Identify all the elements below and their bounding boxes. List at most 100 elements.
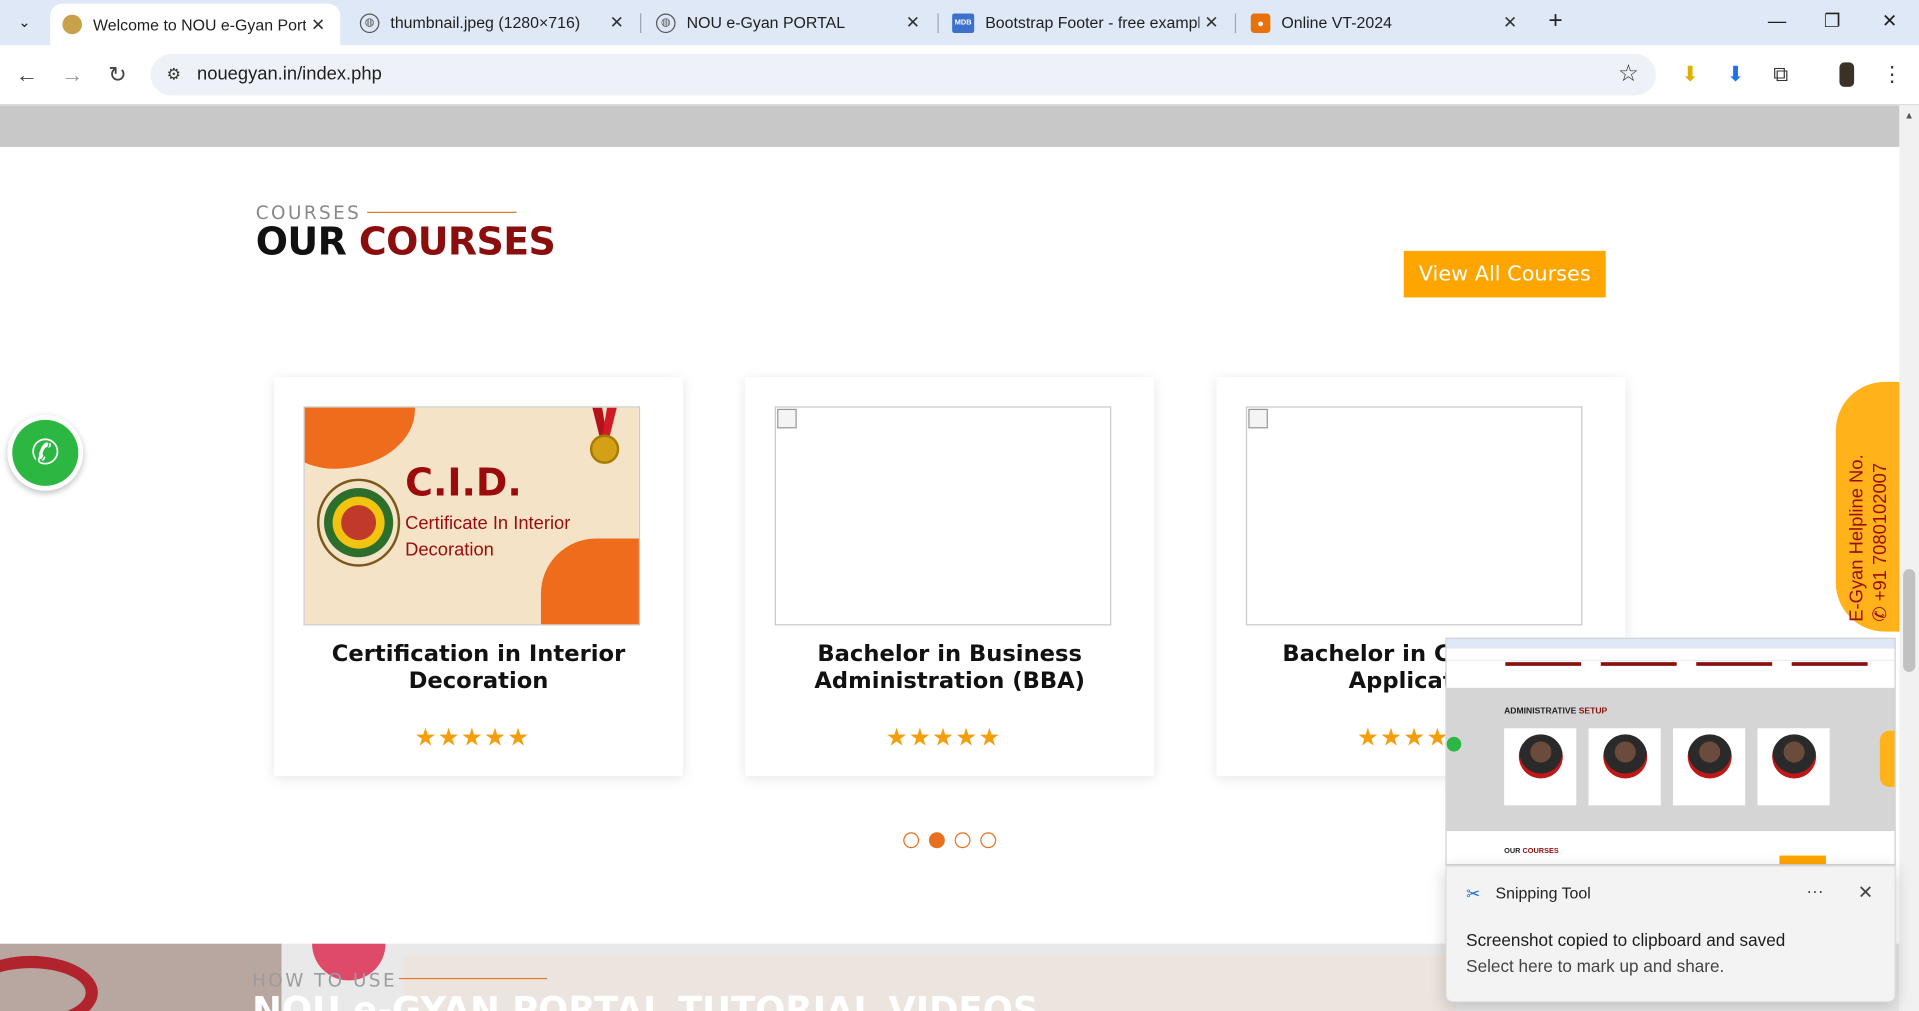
forward-button[interactable]: → (58, 60, 87, 89)
course-title[interactable]: Bachelor in Business Administration (BBA… (770, 641, 1130, 695)
snipping-tool-notification[interactable]: ✂ Snipping Tool ··· ✕ Screenshot copied … (1445, 865, 1896, 1003)
preview-view-button (1779, 855, 1826, 865)
mdb-icon: MDB (952, 12, 975, 33)
tab-strip: ⌄ Welcome to NOU e-Gyan Portal ✕ ◍ thumb… (0, 0, 1919, 46)
reload-icon: ↻ (108, 62, 127, 87)
avatar[interactable] (1832, 60, 1861, 89)
preview-tabstrip (1446, 638, 1895, 649)
title-main: OUR (255, 220, 347, 265)
course-card[interactable]: C.I.D. Certificate In Interior Decoratio… (274, 376, 683, 776)
carousel-dot[interactable] (954, 832, 971, 849)
close-icon[interactable]: ✕ (1199, 12, 1223, 33)
helpline-phone[interactable]: +91 7080102007 (1870, 463, 1891, 601)
helpline-text: E-Gyan Helpline No. ✆ +91 7080102007 (1846, 389, 1893, 622)
minimize-button[interactable]: — (1759, 5, 1796, 39)
preview-person-card (1504, 728, 1577, 806)
new-tab-button[interactable]: + (1541, 7, 1570, 36)
course-image[interactable] (774, 406, 1112, 626)
chevron-down-icon: ⌄ (18, 13, 31, 31)
more-options-icon[interactable]: ··· (1806, 881, 1823, 901)
browser-toolbar: ← → ↻ ⚙ nouegyan.in/index.php ☆ ⬇ ⬇ ⧉ ⋮ (0, 45, 1919, 106)
avatar (1603, 734, 1648, 779)
course-image-subheading: Certificate In Interior Decoration (405, 512, 571, 561)
close-icon[interactable]: ✕ (605, 12, 629, 33)
snip-screenshot-preview[interactable]: ADMINISTRATIVE SETUP OUR COURSES (1445, 637, 1896, 866)
preview-admin-heading: ADMINISTRATIVE SETUP (1504, 707, 1608, 717)
tab-title: Welcome to NOU e-Gyan Portal (93, 15, 306, 34)
close-icon[interactable]: ✕ (901, 12, 925, 33)
tab-divider (640, 13, 642, 34)
restore-button[interactable]: ❐ (1814, 5, 1851, 39)
course-card[interactable]: Bachelor in Business Administration (BBA… (745, 376, 1155, 776)
download-icon[interactable]: ⬇ (1721, 60, 1750, 89)
address-bar[interactable]: ⚙ nouegyan.in/index.php ☆ (150, 53, 1656, 96)
course-image[interactable] (1245, 406, 1583, 626)
preview-underlines (1505, 662, 1868, 666)
nou-favicon-icon (62, 14, 82, 35)
toast-message: Screenshot copied to clipboard and saved (1466, 930, 1786, 950)
close-icon[interactable]: ✕ (1498, 12, 1522, 33)
url-text[interactable]: nouegyan.in/index.php (197, 64, 382, 85)
scroll-up-icon[interactable]: ▲ (1904, 110, 1914, 121)
tab-thumbnail[interactable]: ◍ thumbnail.jpeg (1280×716) ✕ (348, 0, 639, 45)
back-button[interactable]: ← (12, 60, 41, 89)
preview-helpline-tab (1879, 730, 1895, 788)
tab-title: Bootstrap Footer - free example (985, 13, 1200, 32)
toast-subtext: Select here to mark up and share. (1466, 955, 1725, 976)
reload-button[interactable]: ↻ (103, 60, 132, 89)
carousel-dot[interactable] (903, 832, 920, 849)
whatsapp-icon: ✆ (12, 419, 79, 486)
tab-divider (937, 13, 939, 34)
globe-icon: ◍ (359, 12, 380, 33)
rating-stars: ★★★★★ (414, 724, 531, 752)
helpline-label: E-Gyan Helpline No. (1846, 454, 1868, 622)
preview-courses-heading: OUR COURSES (1504, 848, 1559, 856)
section-title: OUR COURSES (255, 220, 556, 265)
course-image[interactable]: C.I.D. Certificate In Interior Decoratio… (303, 406, 641, 626)
tab-title: thumbnail.jpeg (1280×716) (390, 13, 581, 32)
title-accent: COURSES (358, 220, 556, 265)
preview-addressbar (1446, 648, 1895, 661)
tab-title: Online VT-2024 (1281, 13, 1392, 32)
arrow-right-icon: → (61, 62, 84, 87)
close-icon[interactable]: ✕ (306, 14, 330, 35)
course-image-heading: C.I.D. (405, 461, 522, 506)
puzzle-icon[interactable]: ⧉ (1766, 60, 1795, 89)
carousel-dot[interactable] (980, 832, 997, 849)
person-icon: ● (1250, 12, 1271, 33)
broken-image-icon (1248, 408, 1268, 429)
university-emblem-icon (316, 478, 401, 567)
whatsapp-button[interactable]: ✆ (7, 414, 84, 491)
tab-divider (1234, 13, 1237, 34)
scrollbar-thumb[interactable] (1903, 569, 1916, 672)
rating-stars: ★★★★★ (885, 724, 1002, 752)
carousel-pagination (903, 832, 997, 849)
page-scrollbar[interactable]: ▲ (1899, 105, 1919, 1011)
helpline-tab[interactable]: E-Gyan Helpline No. ✆ +91 7080102007 (1835, 381, 1900, 632)
preview-person-card (1673, 728, 1746, 806)
view-all-courses-button[interactable]: View All Courses (1403, 250, 1606, 298)
tab-online-vt[interactable]: ● Online VT-2024 ✕ (1239, 0, 1533, 45)
globe-icon: ◍ (655, 12, 676, 33)
carousel-dot-active[interactable] (928, 832, 945, 849)
course-title[interactable]: Certification in Interior Decoration (299, 641, 659, 695)
download-arrow-icon[interactable]: ⬇ (1675, 60, 1704, 89)
avatar (1518, 734, 1563, 779)
phone-icon: ✆ (1870, 606, 1891, 622)
broken-image-icon (777, 408, 797, 429)
medal-icon (589, 407, 620, 464)
tab-nou-egyan[interactable]: Welcome to NOU e-Gyan Portal ✕ (50, 3, 341, 46)
close-icon[interactable]: ✕ (1858, 881, 1873, 903)
more-menu-icon[interactable]: ⋮ (1877, 60, 1906, 89)
arrow-left-icon: ← (15, 62, 38, 87)
star-outline-icon[interactable]: ☆ (1618, 60, 1639, 88)
tab-title: NOU e-Gyan PORTAL (686, 13, 846, 32)
tune-icon[interactable]: ⚙ (163, 64, 185, 86)
tab-search-button[interactable]: ⌄ (7, 6, 41, 38)
tab-nou-portal[interactable]: ◍ NOU e-Gyan PORTAL ✕ (644, 0, 935, 45)
preview-person-card (1757, 728, 1830, 806)
tab-bootstrap-footer[interactable]: MDB Bootstrap Footer - free example ✕ (940, 0, 1234, 45)
close-window-button[interactable]: ✕ (1871, 5, 1908, 39)
whatsapp-icon (1446, 736, 1462, 752)
avatar (1772, 734, 1817, 779)
